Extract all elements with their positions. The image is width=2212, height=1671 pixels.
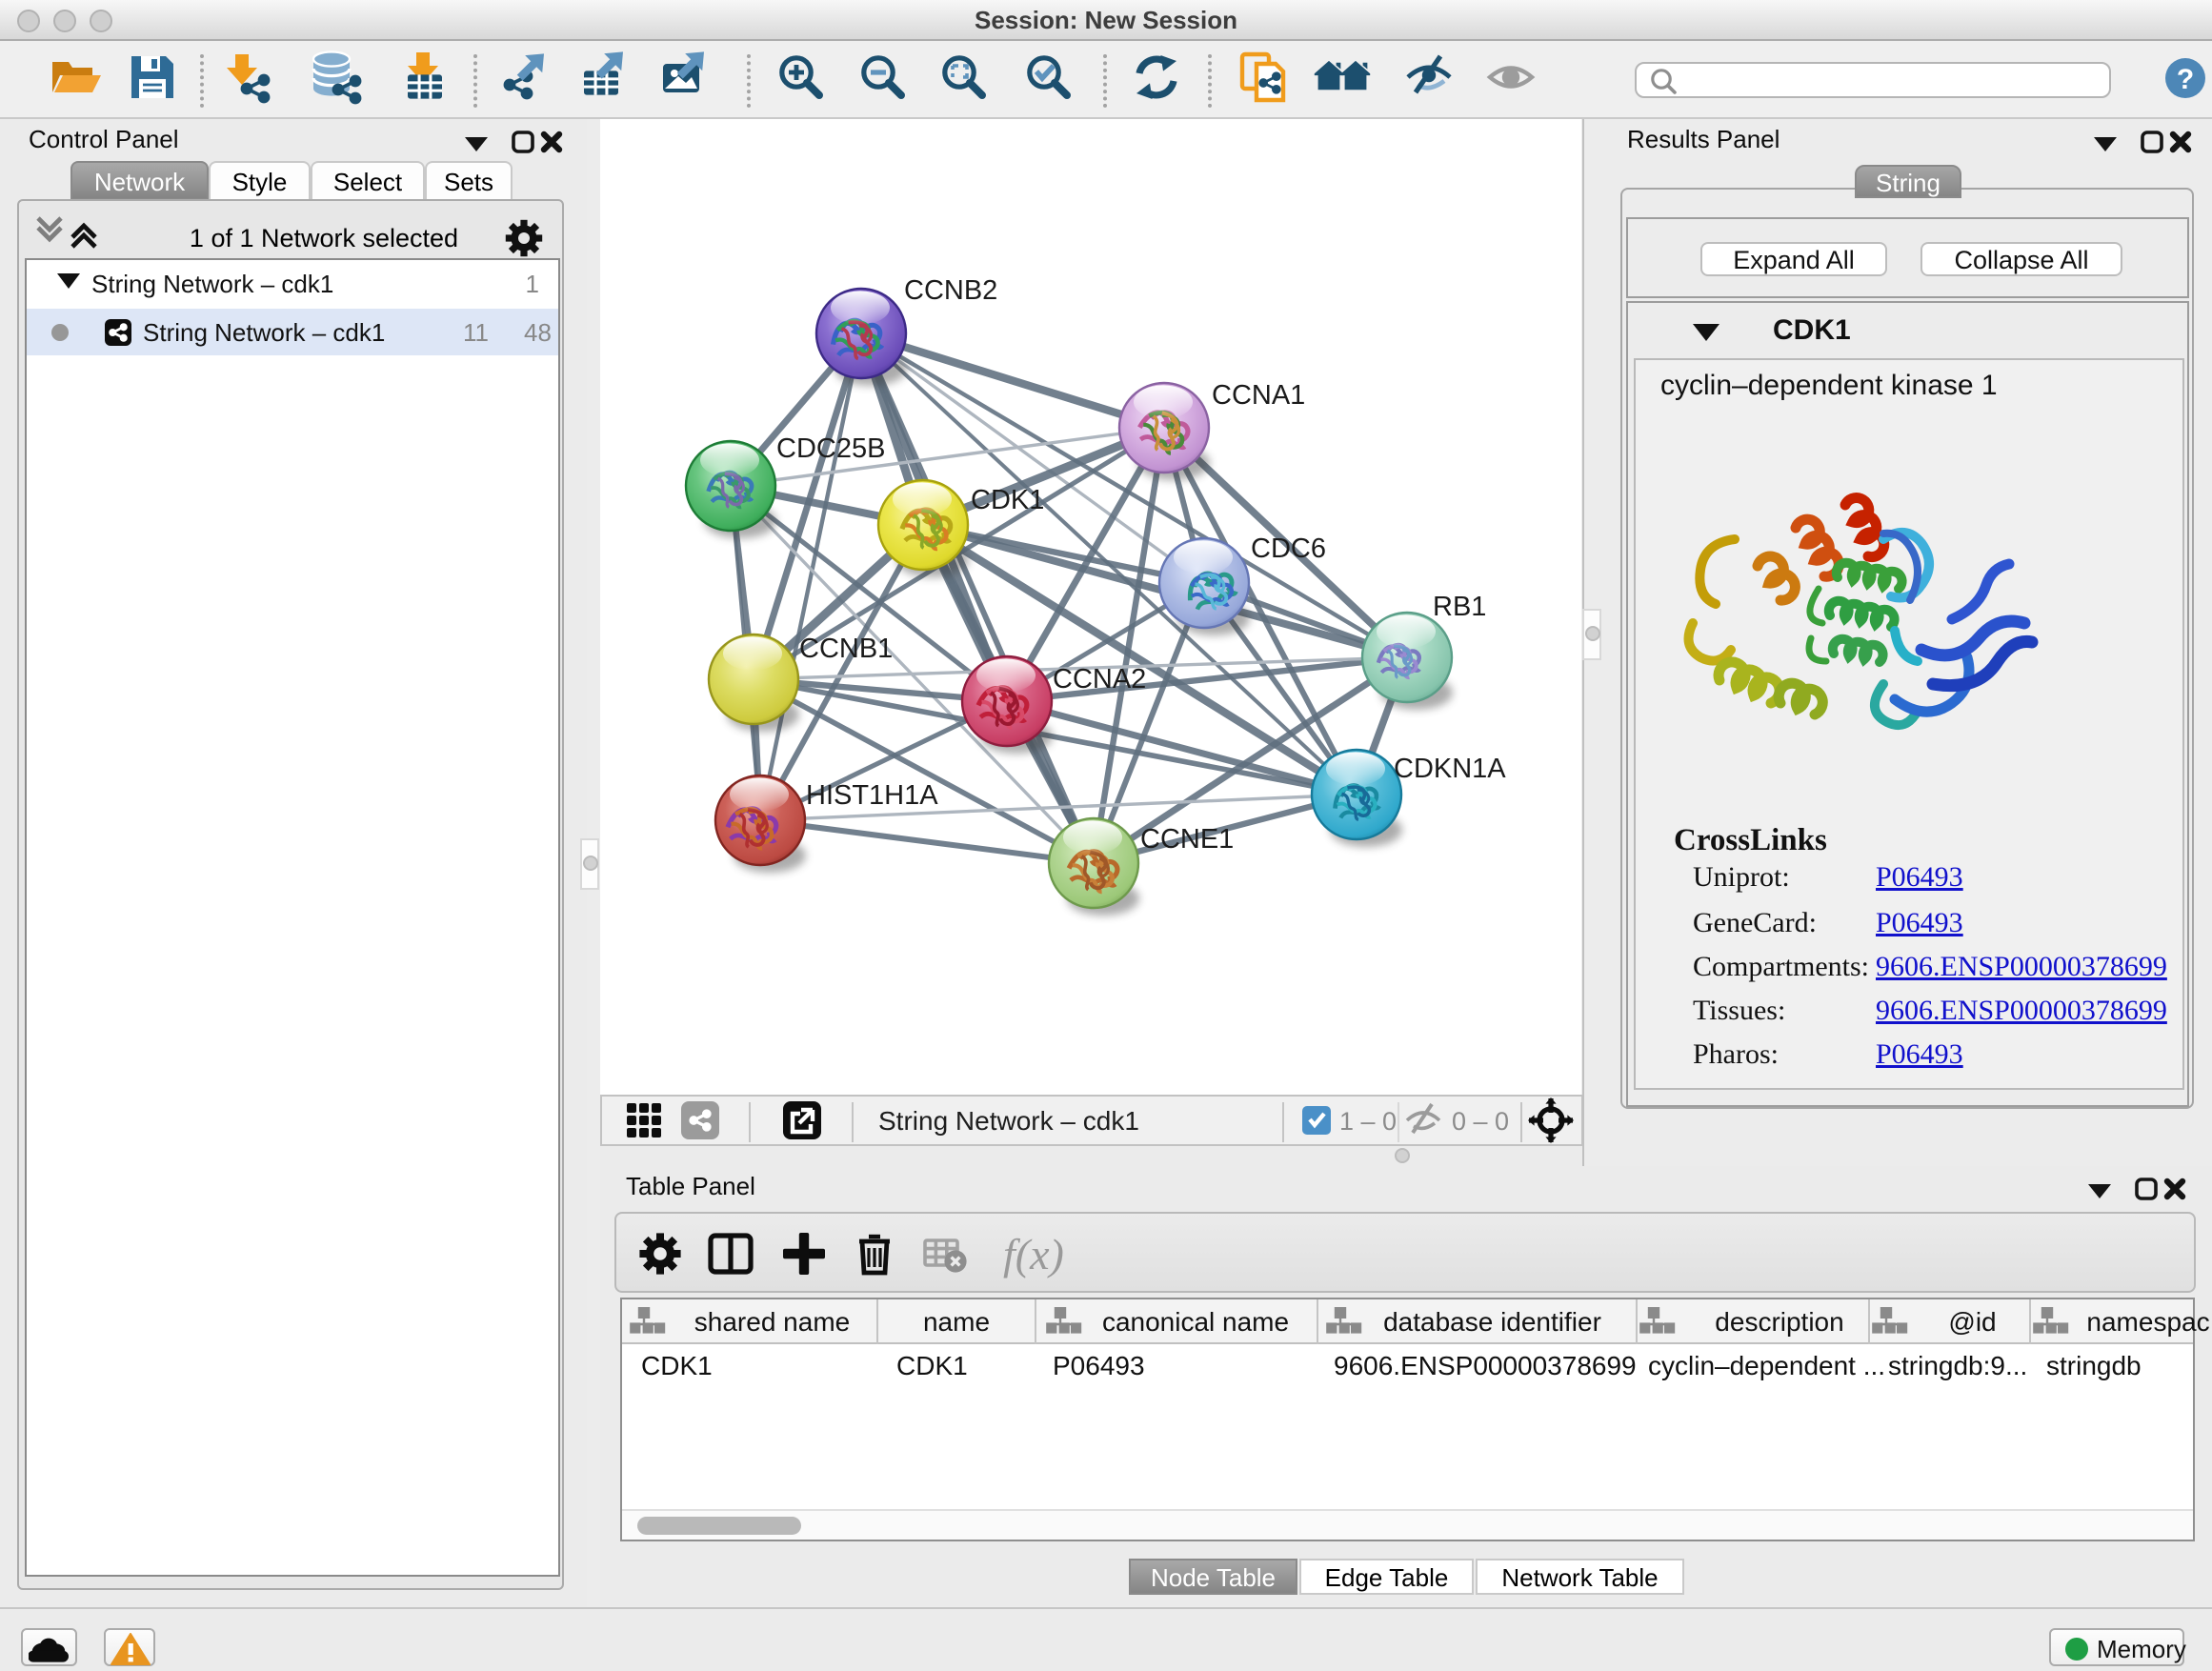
svg-text:0 – 0: 0 – 0 <box>1452 1107 1509 1136</box>
svg-text:1 of 1 Network selected: 1 of 1 Network selected <box>190 224 458 252</box>
svg-text:CCNA1: CCNA1 <box>1212 380 1305 411</box>
svg-text:f(x): f(x) <box>1003 1230 1064 1278</box>
svg-text:RB1: RB1 <box>1433 592 1486 622</box>
svg-text:CDC6: CDC6 <box>1251 534 1326 564</box>
svg-text:CDC25B: CDC25B <box>776 433 885 464</box>
svg-text:CDKN1A: CDKN1A <box>1394 754 1506 784</box>
svg-text:CCNB1: CCNB1 <box>799 634 893 664</box>
svg-text:?: ? <box>2177 64 2194 95</box>
svg-text:CCNE1: CCNE1 <box>1140 824 1234 855</box>
svg-text:CCNA2: CCNA2 <box>1053 664 1146 695</box>
svg-text:String Network – cdk1: String Network – cdk1 <box>878 1106 1139 1136</box>
svg-text:HIST1H1A: HIST1H1A <box>806 780 938 811</box>
svg-text:CDK1: CDK1 <box>971 485 1044 515</box>
svg-text:1 – 0: 1 – 0 <box>1339 1107 1397 1136</box>
svg-text:CCNB2: CCNB2 <box>904 275 997 306</box>
